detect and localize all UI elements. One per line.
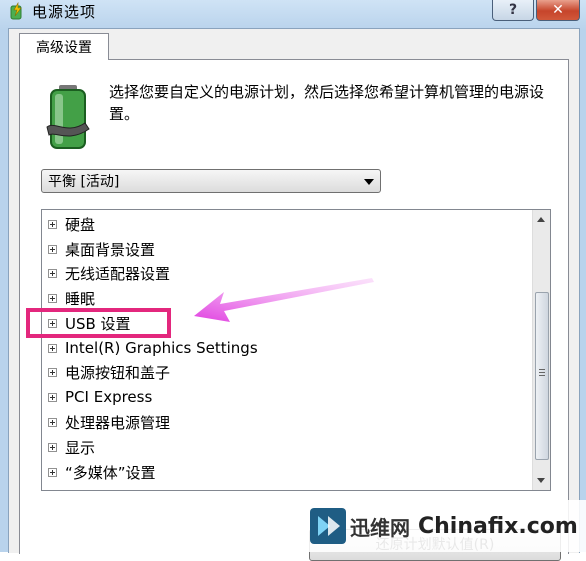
tree-item-label: “多媒体”设置: [65, 463, 156, 482]
tree-item-wireless-adapter[interactable]: 无线适配器设置: [48, 261, 170, 285]
tree-item-label: 硬盘: [65, 215, 96, 234]
tree-item-power-buttons[interactable]: 电源按钮和盖子: [48, 360, 170, 384]
scroll-down-arrow-icon[interactable]: [537, 478, 545, 483]
help-button[interactable]: ?: [492, 0, 534, 21]
tree-item-label: Intel(R) Graphics Settings: [65, 339, 258, 357]
tree-item-display[interactable]: 显示: [48, 435, 95, 459]
tree-item-intel-graphics[interactable]: Intel(R) Graphics Settings: [48, 336, 258, 360]
scrollbar-thumb[interactable]: [535, 292, 549, 460]
tree-item-hard-disk[interactable]: 硬盘: [48, 212, 95, 236]
tree-item-label: 桌面背景设置: [65, 240, 156, 259]
usb-highlight-box: [26, 308, 171, 338]
instruction-text: 选择您要自定义的电源计划，然后选择您希望计算机管理的电源设置。: [109, 83, 545, 123]
expand-icon[interactable]: [48, 343, 57, 353]
expand-icon[interactable]: [48, 417, 57, 427]
chinafix-logo-icon: [310, 508, 346, 544]
expand-icon[interactable]: [48, 219, 57, 229]
power-plan-value: 平衡 [活动]: [48, 174, 120, 190]
expand-icon[interactable]: [48, 367, 57, 377]
expand-icon[interactable]: [48, 244, 57, 254]
settings-tree[interactable]: 硬盘 桌面背景设置 无线适配器设置 睡眠 USB 设置 Intel(R) Gra…: [41, 209, 551, 491]
expand-icon[interactable]: [48, 467, 57, 477]
title-bar[interactable]: 电源选项 ? ✕: [0, 0, 586, 24]
expand-icon[interactable]: [48, 442, 57, 452]
expand-icon[interactable]: [48, 293, 57, 303]
tree-item-label: 处理器电源管理: [65, 413, 171, 432]
power-options-window: 电源选项 ? ✕ 高级设置 选择您要自定义的电源计划，然后选择您希望计算机管理的…: [0, 0, 586, 561]
close-button[interactable]: ✕: [536, 0, 580, 21]
power-options-icon: [10, 2, 22, 20]
tree-item-label: 睡眠: [65, 289, 96, 308]
tree-scrollbar[interactable]: [532, 210, 550, 490]
watermark-cn-text: 迅维网: [350, 515, 410, 540]
window-title: 电源选项: [32, 3, 97, 21]
power-plan-dropdown[interactable]: 平衡 [活动]: [41, 169, 381, 193]
tree-item-label: 电源按钮和盖子: [65, 363, 171, 382]
grip-icon: [539, 369, 545, 370]
chevron-down-icon: [364, 179, 374, 185]
expand-icon[interactable]: [48, 268, 57, 278]
tree-item-pci-express[interactable]: PCI Express: [48, 385, 152, 409]
tree-item-label: PCI Express: [65, 388, 153, 406]
tab-advanced-settings[interactable]: 高级设置: [19, 33, 109, 60]
watermark: 迅维网 Chinafix.com: [306, 500, 586, 552]
battery-icon: [46, 85, 90, 149]
tree-item-processor-power[interactable]: 处理器电源管理: [48, 410, 170, 434]
watermark-en-text: Chinafix.com: [418, 513, 578, 539]
tree-item-desktop-background[interactable]: 桌面背景设置: [48, 237, 155, 261]
tree-item-label: 无线适配器设置: [65, 264, 171, 283]
pointer-arrow-icon: [194, 278, 374, 322]
scroll-up-arrow-icon[interactable]: [537, 217, 545, 222]
tree-item-sleep[interactable]: 睡眠: [48, 286, 95, 310]
expand-icon[interactable]: [48, 392, 57, 402]
tree-item-multimedia[interactable]: “多媒体”设置: [48, 460, 156, 484]
tree-item-label: 显示: [65, 438, 96, 457]
